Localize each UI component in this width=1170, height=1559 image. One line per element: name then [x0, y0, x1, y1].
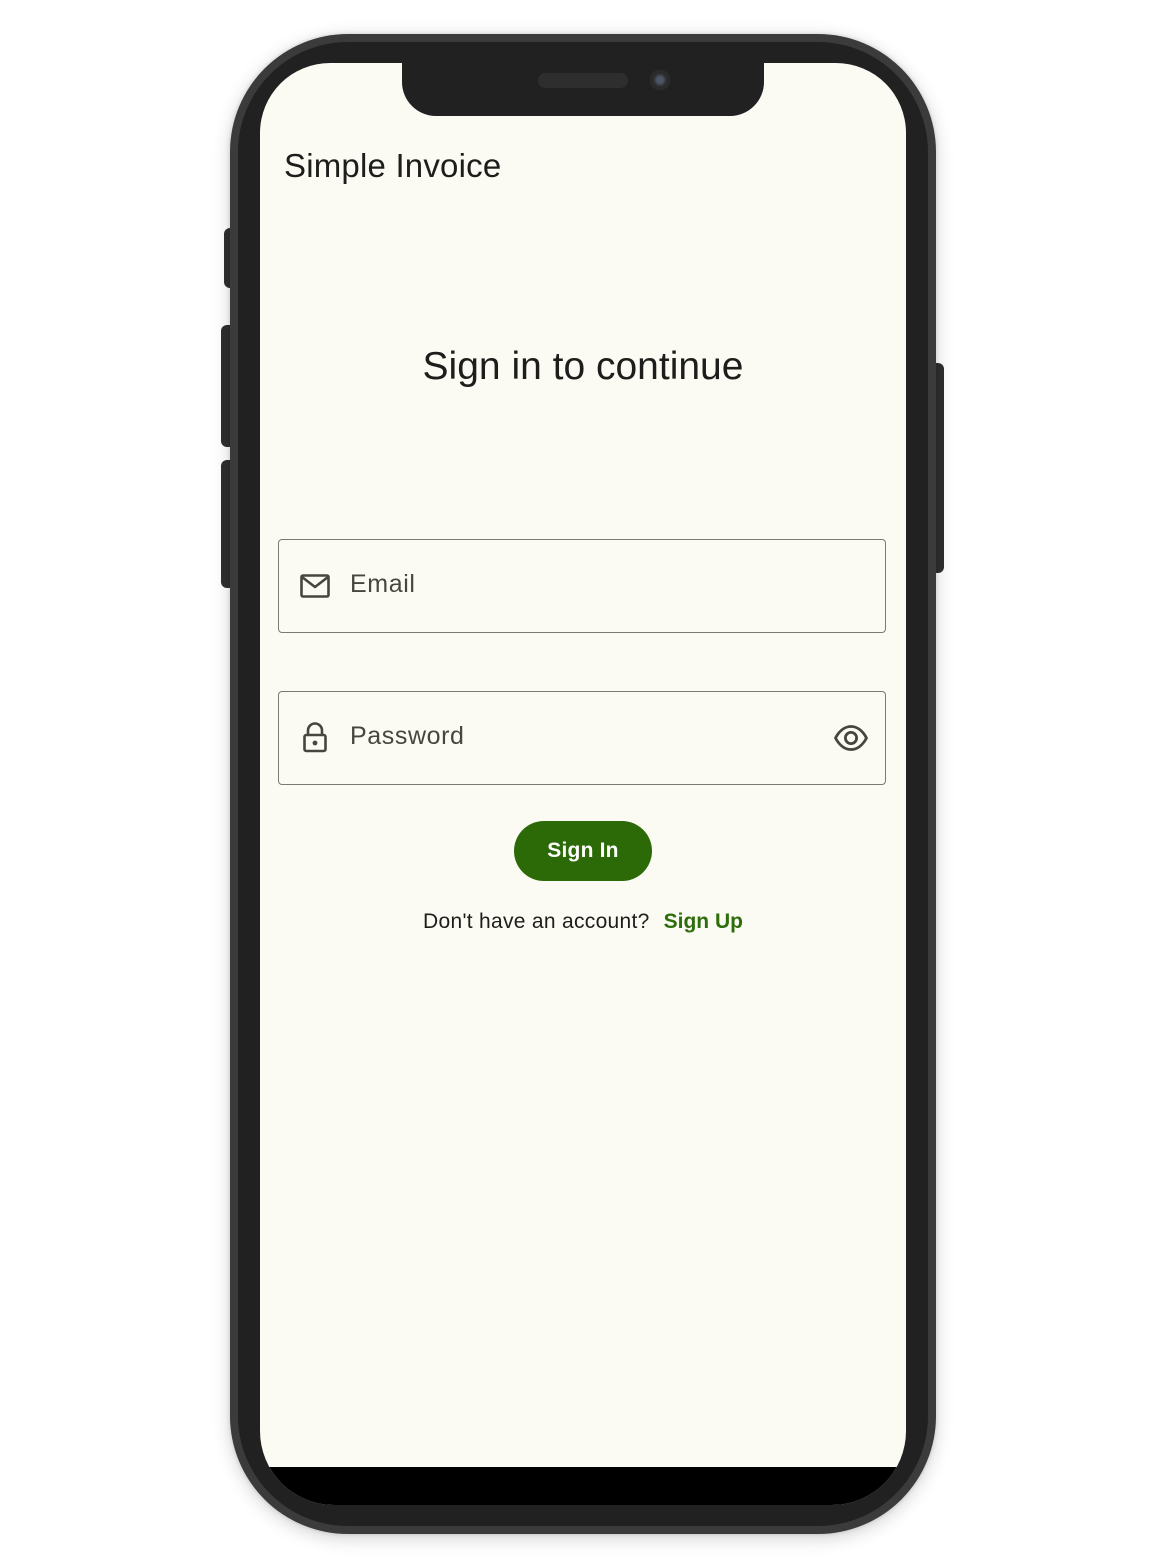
email-label: Email [350, 570, 416, 598]
stage: Simple Invoice Sign in to continue Email… [0, 0, 1170, 1559]
eye-icon[interactable] [833, 720, 869, 756]
email-field[interactable]: Email [278, 539, 886, 633]
home-indicator-area [260, 1467, 906, 1505]
front-camera [650, 70, 670, 90]
signup-prompt: Don't have an account? [423, 910, 650, 933]
app-title: Simple Invoice [284, 147, 502, 184]
sign-up-link[interactable]: Sign Up [664, 910, 743, 933]
password-label: Password [350, 722, 465, 750]
sign-in-button[interactable]: Sign In [514, 821, 652, 881]
lock-icon [303, 722, 327, 753]
speaker-grille [538, 73, 628, 88]
signup-row: Don't have an account? Sign Up [260, 910, 906, 934]
password-field[interactable]: Password [278, 691, 886, 785]
app-screen: Simple Invoice Sign in to continue Email… [260, 63, 906, 1505]
mail-icon [300, 574, 330, 598]
sign-in-headline: Sign in to continue [422, 345, 744, 388]
